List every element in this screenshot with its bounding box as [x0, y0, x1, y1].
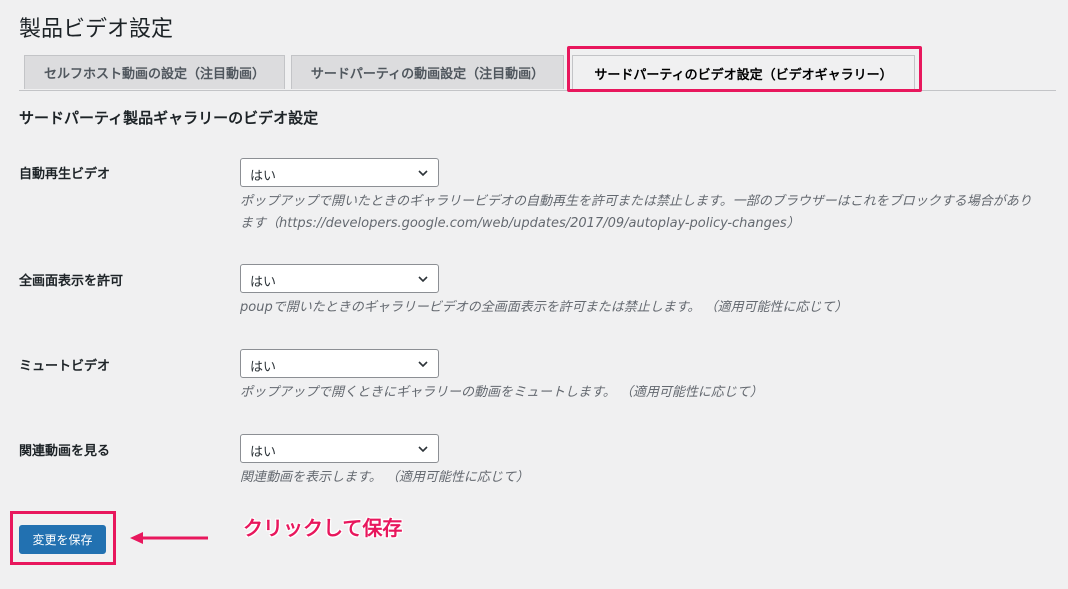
click-to-save-annotation: クリックして保存 — [243, 516, 403, 540]
autoplay-select-value: はい — [250, 169, 277, 184]
related-videos-select-value: はい — [250, 445, 277, 460]
mute-label: ミュートビデオ — [19, 359, 111, 374]
chevron-down-icon — [418, 276, 428, 283]
fullscreen-description: poupで開いたときのギャラリービデオの全画面表示を許可または禁止します。 （適… — [240, 300, 848, 315]
left-arrow-icon — [130, 532, 208, 544]
mute-select[interactable]: はい — [240, 349, 439, 378]
related-videos-description: 関連動画を表示します。 （適用可能性に応じて） — [240, 470, 529, 485]
autoplay-label: 自動再生ビデオ — [19, 167, 111, 182]
fullscreen-label: 全画面表示を許可 — [19, 274, 124, 289]
save-changes-button[interactable]: 変更を保存 — [19, 525, 106, 554]
page-title: 製品ビデオ設定 — [19, 17, 174, 42]
tab-third-party-featured[interactable]: サードパーティの動画設定（注目動画） — [291, 55, 564, 89]
tab-self-hosted-featured[interactable]: セルフホスト動画の設定（注目動画） — [24, 55, 285, 89]
chevron-down-icon — [418, 361, 428, 368]
chevron-down-icon — [418, 170, 428, 177]
chevron-down-icon — [418, 446, 428, 453]
related-videos-select[interactable]: はい — [240, 434, 439, 463]
fullscreen-select[interactable]: はい — [240, 264, 439, 293]
autoplay-description: ポップアップで開いたときのギャラリービデオの自動再生を許可または禁止します。一部… — [240, 194, 1032, 231]
tab-highlight-box — [567, 46, 922, 92]
related-videos-label: 関連動画を見る — [19, 444, 111, 459]
autoplay-select[interactable]: はい — [240, 158, 439, 187]
mute-select-value: はい — [250, 360, 277, 375]
mute-description: ポップアップで開くときにギャラリーの動画をミュートします。 （適用可能性に応じて… — [240, 385, 763, 400]
section-heading: サードパーティ製品ギャラリーのビデオ設定 — [19, 109, 319, 127]
fullscreen-select-value: はい — [250, 275, 277, 290]
